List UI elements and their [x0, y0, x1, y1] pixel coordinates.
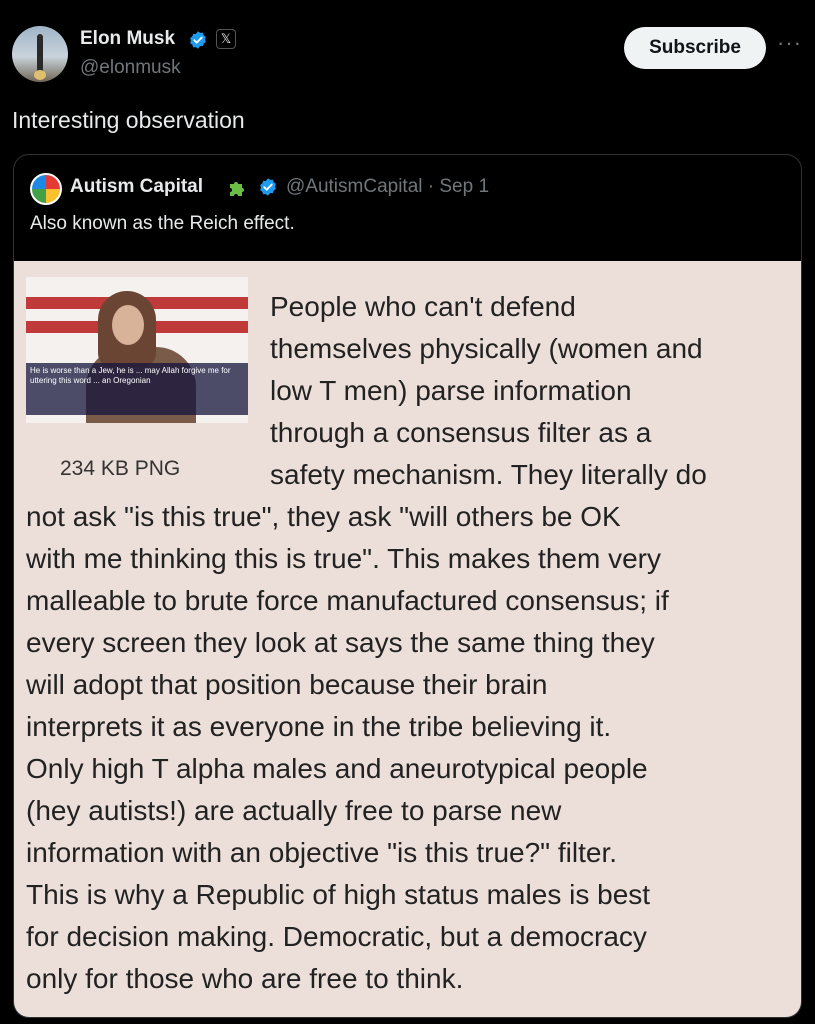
image-text-line: information with an objective "is this t… — [26, 837, 618, 868]
image-text-line: with me thinking this is true". This mak… — [26, 543, 661, 574]
image-text-line: (hey autists!) are actually free to pars… — [26, 795, 562, 826]
author-name[interactable]: Elon Musk — [80, 28, 175, 50]
quoted-text: Also known as the Reich effect. — [30, 213, 295, 234]
image-text-line: safety mechanism. They literally do — [270, 459, 707, 490]
image-text-line: through a consensus filter as a — [270, 417, 652, 448]
thumbnail-caption: He is worse than a Jew, he is ... may Al… — [26, 363, 248, 415]
image-text-line: This is why a Republic of high status ma… — [26, 879, 651, 910]
image-text-line: will adopt that position because their b… — [26, 669, 548, 700]
verified-badge-icon — [260, 178, 276, 196]
image-text-line: interprets it as everyone in the tribe b… — [26, 711, 612, 742]
quoted-image[interactable]: He is worse than a Jew, he is ... may Al… — [14, 261, 801, 1017]
tweet-text: Interesting observation — [12, 107, 245, 133]
image-text-line: low T men) parse information — [270, 375, 632, 406]
x-logo-icon: 𝕏 — [216, 29, 236, 49]
puzzle-piece-icon — [230, 182, 244, 196]
quoted-handle-date[interactable]: @AutismCapital · Sep 1 — [286, 176, 489, 198]
quoted-author-name[interactable]: Autism Capital — [70, 176, 203, 198]
image-text-line: for decision making. Democratic, but a d… — [26, 921, 647, 952]
image-text-line: malleable to brute force manufactured co… — [26, 585, 669, 616]
image-text-line: People who can't defend — [270, 291, 576, 322]
quoted-author-avatar[interactable] — [30, 173, 62, 205]
image-text-line: every screen they look at says the same … — [26, 627, 655, 658]
image-text-line: themselves physically (women and — [270, 333, 703, 364]
image-text-line: only for those who are free to think. — [26, 963, 464, 994]
subscribe-button[interactable]: Subscribe — [624, 27, 766, 69]
quoted-post[interactable]: Autism Capital @AutismCapital · Sep 1 Al… — [13, 154, 802, 1018]
thumbnail-image: He is worse than a Jew, he is ... may Al… — [26, 277, 248, 423]
image-text-line: Only high T alpha males and aneurotypica… — [26, 753, 648, 784]
verified-badge-icon — [190, 31, 206, 49]
image-text-line: not ask "is this true", they ask "will o… — [26, 501, 621, 532]
avatar-rocket — [37, 34, 43, 74]
thumbnail-figure-face — [112, 305, 144, 345]
file-size-label: 234 KB PNG — [60, 457, 181, 480]
author-avatar[interactable] — [12, 26, 68, 82]
more-options-icon[interactable]: ··· — [777, 30, 802, 56]
author-handle[interactable]: @elonmusk — [80, 57, 181, 79]
avatar-flame — [34, 70, 46, 80]
